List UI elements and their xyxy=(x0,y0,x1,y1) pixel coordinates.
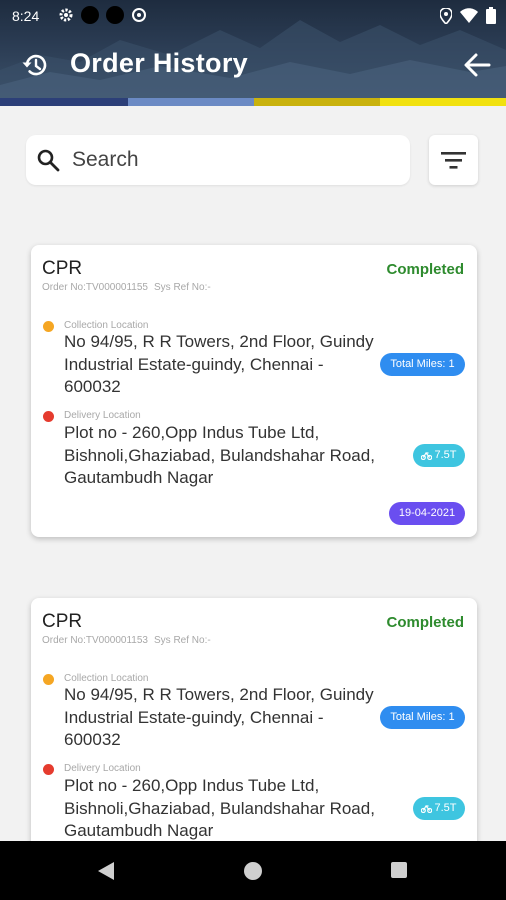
order-number: Order No:TV000001153 xyxy=(42,635,148,646)
delivery-label: Delivery Location xyxy=(64,763,141,774)
total-miles-badge: Total Miles: 1 xyxy=(380,353,465,376)
vehicle-icon xyxy=(421,804,433,813)
header-stripe xyxy=(0,98,128,106)
collection-address: No 94/95, R R Towers, 2nd Floor, Guindy … xyxy=(64,332,374,396)
header-stripe xyxy=(128,98,254,106)
filter-icon xyxy=(441,152,466,169)
status-left-icons xyxy=(58,6,147,24)
delivery-dot-icon xyxy=(43,411,54,422)
page-title: Order History xyxy=(70,48,248,78)
order-card[interactable]: CPR Completed Order No:TV000001155 Sys Re… xyxy=(31,245,477,537)
notification-dot-icon xyxy=(81,6,99,24)
order-status: Completed xyxy=(386,614,464,631)
history-icon xyxy=(22,54,47,76)
status-bar: 8:24 xyxy=(0,0,506,32)
wifi-icon xyxy=(460,8,478,23)
header-stripe xyxy=(254,98,380,106)
collection-dot-icon xyxy=(43,321,54,332)
back-nav-icon[interactable] xyxy=(97,861,115,881)
app-header: 8:24 Order History xyxy=(0,0,506,106)
order-ref-line: Order No:TV000001155 Sys Ref No:- xyxy=(42,282,211,293)
vehicle-weight-badge: 7.5T xyxy=(413,444,465,467)
delivery-address: Plot no - 260,Opp Indus Tube Ltd, Bishno… xyxy=(64,423,375,487)
system-nav-bar xyxy=(0,841,506,900)
collection-label: Collection Location xyxy=(64,320,149,331)
header-stripe xyxy=(380,98,506,106)
settings-icon xyxy=(59,8,73,22)
status-time: 8:24 xyxy=(12,8,40,24)
search-bar xyxy=(26,135,410,185)
battery-icon xyxy=(486,7,496,24)
title-row: Order History xyxy=(0,40,506,90)
back-arrow-icon[interactable] xyxy=(462,51,492,79)
delivery-dot-icon xyxy=(43,764,54,775)
collection-dot-icon xyxy=(43,674,54,685)
order-card[interactable]: CPR Completed Order No:TV000001153 Sys Re… xyxy=(31,598,477,858)
data-saver-icon xyxy=(132,8,146,22)
vehicle-icon xyxy=(421,451,433,460)
order-company: CPR xyxy=(42,258,83,279)
delivery-address: Plot no - 260,Opp Indus Tube Ltd, Bishno… xyxy=(64,776,375,840)
collection-label: Collection Location xyxy=(64,673,149,684)
notification-dot-icon xyxy=(106,6,124,24)
collection-address: No 94/95, R R Towers, 2nd Floor, Guindy … xyxy=(64,685,374,749)
delivery-label: Delivery Location xyxy=(64,410,141,421)
order-date-badge: 19-04-2021 xyxy=(389,502,465,525)
filter-button[interactable] xyxy=(429,135,478,185)
order-company: CPR xyxy=(42,611,83,632)
vehicle-weight: 7.5T xyxy=(434,802,457,814)
search-input[interactable] xyxy=(72,135,402,185)
sys-ref-number: Sys Ref No:- xyxy=(154,635,211,646)
vehicle-weight-badge: 7.5T xyxy=(413,797,465,820)
vehicle-weight: 7.5T xyxy=(434,449,457,461)
order-status: Completed xyxy=(386,261,464,278)
search-icon xyxy=(37,149,60,172)
home-nav-icon[interactable] xyxy=(244,862,262,880)
status-right-icons xyxy=(440,7,496,24)
order-ref-line: Order No:TV000001153 Sys Ref No:- xyxy=(42,635,211,646)
total-miles-badge: Total Miles: 1 xyxy=(380,706,465,729)
recents-nav-icon[interactable] xyxy=(391,862,407,878)
order-number: Order No:TV000001155 xyxy=(42,282,148,293)
location-icon xyxy=(440,7,452,24)
sys-ref-number: Sys Ref No:- xyxy=(154,282,211,293)
